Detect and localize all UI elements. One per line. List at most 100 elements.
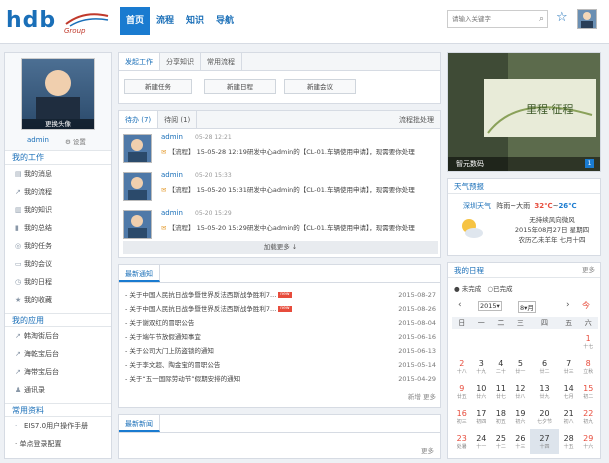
- notice-footer-links[interactable]: 新增 更多: [125, 391, 436, 403]
- banner-slogan: 里程·征程: [526, 103, 574, 116]
- notice-item[interactable]: - 关于中国人民抗日战争暨世界反法西斯战争胜利7... new 2015-08-26: [125, 303, 436, 315]
- day-number: 16: [456, 408, 467, 418]
- year-value: 2015: [480, 302, 497, 310]
- calendar-day[interactable]: 16 初三: [452, 404, 472, 429]
- sidebar-doc-1[interactable]: · EIS7.0用户操作手册: [5, 417, 111, 435]
- new-schedule-button[interactable]: 新建日程: [204, 79, 276, 94]
- calendar-day[interactable]: 28 十五: [559, 429, 579, 454]
- calendar-day[interactable]: 2 十八: [452, 354, 472, 379]
- notice-item[interactable]: - 关于李文超、陶金宝的冒职公告 2015-05-14: [125, 359, 436, 371]
- sidebar-item-workflows[interactable]: ↗ 我的流程: [5, 183, 111, 201]
- banner-page-indicator[interactable]: 1: [585, 159, 594, 168]
- month-value: 8: [520, 304, 525, 312]
- settings-link[interactable]: ⚙ 设置: [65, 136, 86, 146]
- nav-home[interactable]: 首页: [120, 7, 151, 35]
- calendar-day[interactable]: 14 七月: [559, 379, 579, 404]
- sidebar-app-1[interactable]: ↗ 韩淘街后台: [5, 327, 111, 345]
- radio-done[interactable]: ○已完成: [487, 285, 512, 293]
- banner[interactable]: 里程·征程 智元数码 1: [447, 52, 601, 172]
- sidebar-item-knowledge[interactable]: ▥ 我的知识: [5, 201, 111, 219]
- calendar-week: 1 十七: [452, 329, 598, 354]
- tab-latest-news[interactable]: 最新新闻: [119, 415, 160, 432]
- sidebar-item-summary[interactable]: ▮ 我的总结: [5, 219, 111, 237]
- calendar-day[interactable]: 10 廿六: [472, 379, 492, 404]
- calendar-day[interactable]: 11 廿七: [491, 379, 511, 404]
- sidebar-item-favorites[interactable]: ★ 我的收藏: [5, 291, 111, 309]
- calendar-day[interactable]: 1 十七: [578, 329, 598, 354]
- search-icon[interactable]: ⌕: [539, 14, 544, 24]
- notice-item[interactable]: - 关于端午节放假通知事宜 2015-06-16: [125, 331, 436, 343]
- tab-todo[interactable]: 待办 (7): [119, 111, 159, 128]
- todo-item[interactable]: admin 05-20 15:33 ✉ 【流程】 15-05-20 15:31研…: [123, 170, 438, 206]
- calendar-day[interactable]: 27 十四: [530, 429, 559, 454]
- logo[interactable]: hdb Group: [6, 6, 109, 38]
- gear-icon: ⚙: [65, 138, 71, 146]
- lunar-label: 十四: [539, 443, 550, 450]
- lunar-label: 十二: [495, 443, 506, 450]
- new-task-button[interactable]: 新建任务: [124, 79, 192, 94]
- sidebar-doc-2[interactable]: · 单点登录配置: [5, 435, 111, 453]
- tab-to-read[interactable]: 待阅 (1): [158, 111, 198, 128]
- sidebar-item-tasks[interactable]: ◎ 我的任务: [5, 237, 111, 255]
- tab-start-work[interactable]: 发起工作: [119, 53, 160, 70]
- batch-process-link[interactable]: 流程批处理: [399, 111, 440, 128]
- calendar-day[interactable]: 3 十九: [472, 354, 492, 379]
- calendar-day[interactable]: 4 二十: [491, 354, 511, 379]
- search-input[interactable]: [448, 11, 530, 27]
- tab-share-knowledge[interactable]: 分享知识: [160, 53, 201, 70]
- todo-item[interactable]: admin 05-20 15:29 ✉ 【流程】 15-05-20 15:29研…: [123, 208, 438, 244]
- calendar-day[interactable]: 20 七夕节: [530, 404, 559, 429]
- calendar-day[interactable]: 19 初六: [511, 404, 531, 429]
- nav-workflow[interactable]: 流程: [150, 7, 180, 35]
- calendar-day[interactable]: 25 十二: [491, 429, 511, 454]
- prev-month-icon[interactable]: ‹: [458, 300, 462, 310]
- change-avatar-button[interactable]: 更换头像: [22, 119, 94, 129]
- calendar-day[interactable]: 7 廿三: [559, 354, 579, 379]
- sidebar-app-3[interactable]: ↗ 海带宝后台: [5, 363, 111, 381]
- month-select[interactable]: 8▾月: [518, 301, 536, 313]
- calendar-day[interactable]: 17 初四: [472, 404, 492, 429]
- sidebar-app-2[interactable]: ↗ 海乾宝后台: [5, 345, 111, 363]
- calendar-day[interactable]: 29 十六: [578, 429, 598, 454]
- notice-item[interactable]: - 关于“五一国际劳动节”假期安排的通知 2015-04-29: [125, 373, 436, 385]
- calendar-day[interactable]: 26 十三: [511, 429, 531, 454]
- load-more-button[interactable]: 加载更多 ↓: [123, 241, 438, 254]
- schedule-more-link[interactable]: 更多: [582, 263, 595, 278]
- calendar-day[interactable]: 22 初九: [578, 404, 598, 429]
- user-avatar[interactable]: [577, 9, 597, 29]
- lunar-label: 十五: [563, 443, 574, 450]
- todo-item[interactable]: admin 05-28 12:21 ✉ 【流程】 15-05-28 12:19研…: [123, 132, 438, 168]
- new-meeting-button[interactable]: 新建会议: [284, 79, 356, 94]
- calendar-day[interactable]: 13 廿九: [530, 379, 559, 404]
- notice-date: 2015-04-29: [398, 375, 436, 383]
- calendar-day[interactable]: 15 初二: [578, 379, 598, 404]
- tab-common-flows[interactable]: 常用流程: [201, 53, 242, 70]
- notice-item[interactable]: - 关于谢双红的冒职公告 2015-08-04: [125, 317, 436, 329]
- calendar-day[interactable]: 9 廿五: [452, 379, 472, 404]
- calendar-day[interactable]: 5 廿一: [511, 354, 531, 379]
- calendar-day[interactable]: 21 初八: [559, 404, 579, 429]
- message-icon: ▤: [15, 170, 22, 178]
- sidebar-item-schedule[interactable]: ◷ 我的日程: [5, 273, 111, 291]
- year-select[interactable]: 2015▾: [478, 301, 502, 311]
- sidebar-item-messages[interactable]: ▤ 我的消息: [5, 165, 111, 183]
- calendar-day[interactable]: 8 立秋: [578, 354, 598, 379]
- notice-item[interactable]: - 关于中国人民抗日战争暨世界反法西斯战争胜利7... new 2015-08-27: [125, 289, 436, 301]
- radio-undone[interactable]: ● 未完成: [454, 285, 481, 293]
- calendar-day[interactable]: 24 十一: [472, 429, 492, 454]
- calendar-day[interactable]: 18 初五: [491, 404, 511, 429]
- calendar-day[interactable]: 23 处暑: [452, 429, 472, 454]
- next-month-icon[interactable]: ›: [566, 300, 570, 310]
- nav-knowledge[interactable]: 知识: [180, 7, 210, 35]
- calendar-day[interactable]: 6 廿二: [530, 354, 559, 379]
- sidebar-item-meetings[interactable]: ▭ 我的会议: [5, 255, 111, 273]
- tab-latest-notice[interactable]: 最新通知: [119, 265, 160, 282]
- today-button[interactable]: 今: [582, 300, 590, 311]
- news-more-link[interactable]: 更多: [421, 445, 434, 455]
- profile-avatar[interactable]: 更换头像: [21, 58, 95, 130]
- notice-item[interactable]: - 关于公司大门上防盗锁的通知 2015-06-13: [125, 345, 436, 357]
- favorite-star-icon[interactable]: ☆: [556, 10, 568, 25]
- sidebar-app-contacts[interactable]: ♟ 通讯录: [5, 381, 111, 399]
- nav-navigation[interactable]: 导航: [210, 7, 240, 35]
- calendar-day[interactable]: 12 廿八: [511, 379, 531, 404]
